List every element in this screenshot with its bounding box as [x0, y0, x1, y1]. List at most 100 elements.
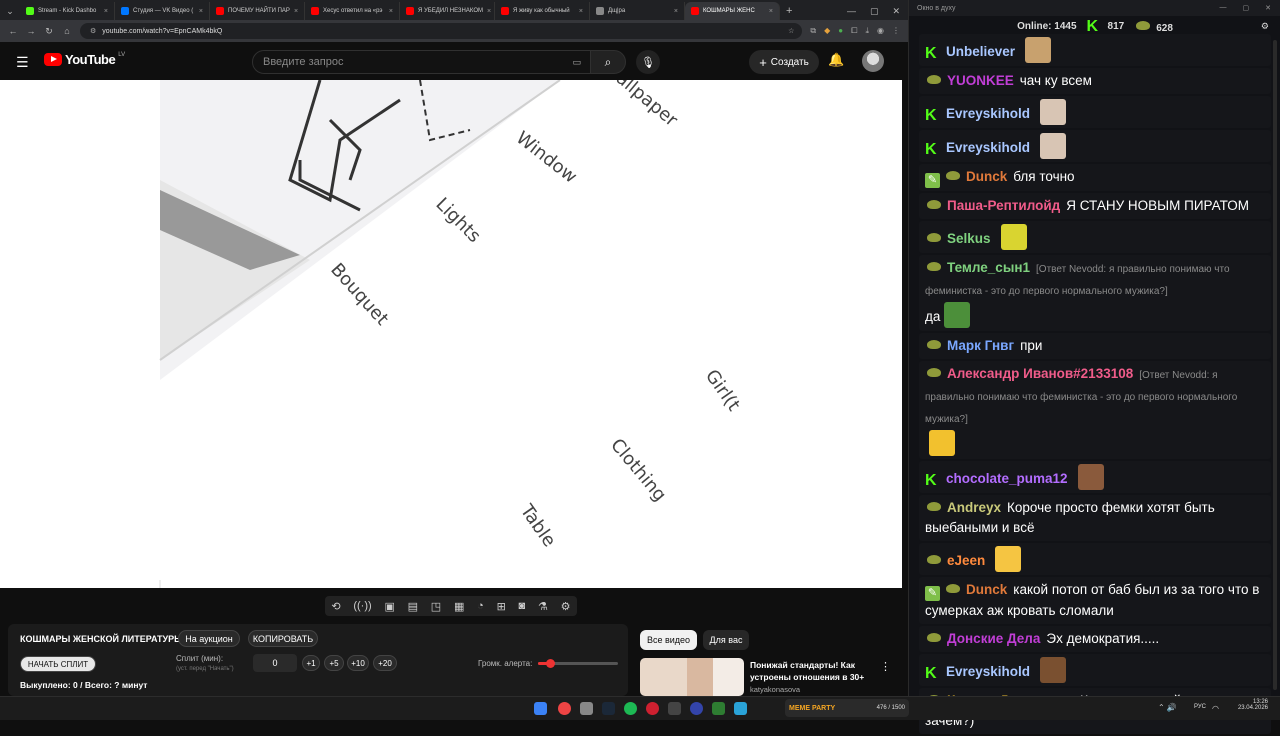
settings-gear-icon[interactable]: ⚙ [1261, 21, 1269, 32]
forward-icon[interactable]: → [26, 26, 36, 36]
maximize-icon[interactable]: ▢ [870, 2, 879, 20]
avatar[interactable] [862, 50, 884, 72]
back-icon[interactable]: ← [8, 26, 18, 36]
add-1-button[interactable]: +1 [302, 655, 320, 671]
speed-icon[interactable]: ◔ [477, 600, 484, 612]
bookmark-star-icon[interactable]: ☆ [788, 27, 794, 35]
browser-tab[interactable]: Stream - Kick Dashbo × [20, 2, 115, 20]
lab-icon[interactable]: ⚗ [538, 600, 548, 613]
chat-username[interactable]: Паша-Рептилойд [947, 198, 1060, 213]
close-tab-icon[interactable]: × [199, 8, 203, 15]
screenshot-icon[interactable]: ◙ [519, 600, 526, 612]
spotify-icon[interactable] [624, 702, 637, 715]
chat-username[interactable]: Dunck [966, 582, 1007, 597]
close-tab-icon[interactable]: × [674, 8, 678, 15]
rec-video-title[interactable]: Понижай стандарты! Как устроены отношени… [750, 659, 880, 683]
download-icon[interactable]: ⤓ [865, 26, 869, 36]
split-minutes-input[interactable]: 0 [253, 654, 297, 672]
chat-username[interactable]: YUONKEE [947, 73, 1014, 88]
pip-icon[interactable]: ◳ [431, 600, 441, 613]
chat-username[interactable]: Selkus [947, 231, 991, 246]
close-tab-icon[interactable]: × [294, 8, 298, 15]
home-icon[interactable]: ⌂ [62, 26, 72, 36]
url-field[interactable]: ⚙ youtube.com/watch?v=EpnCAMk4bkQ ☆ [80, 23, 803, 39]
app-icon[interactable] [690, 702, 703, 715]
cast-icon[interactable]: ▣ [384, 600, 394, 613]
chat-username[interactable]: Evreyskihold [946, 664, 1030, 679]
chat-username[interactable]: Dunck [966, 169, 1007, 184]
notifications-bell-icon[interactable]: 🔔 [828, 52, 844, 68]
chat-username[interactable]: Темле_сын1 [947, 260, 1030, 275]
chat-username[interactable]: Andreyx [947, 500, 1001, 515]
chat-username[interactable]: Марк Гнвг [947, 338, 1014, 353]
clock[interactable]: 13:26 23.04.2026 [1232, 699, 1268, 711]
tab-list-icon[interactable]: ⌄ [0, 2, 20, 20]
wifi-icon[interactable]: ◠ [1212, 704, 1219, 713]
browser-tab[interactable]: КОШМАРЫ ЖЕНС × [685, 2, 780, 20]
rec-channel-name[interactable]: katyakonasova [750, 685, 800, 694]
start-windows-icon[interactable] [534, 702, 547, 715]
chat-username[interactable]: eJeen [947, 553, 985, 568]
add-10-button[interactable]: +10 [347, 655, 369, 671]
telegram-icon[interactable] [734, 702, 747, 715]
minimize-icon[interactable]: — [847, 2, 856, 20]
chat-username[interactable]: Evreyskihold [946, 106, 1030, 121]
settings-gear-icon[interactable]: ⚙ [561, 600, 571, 613]
clip-icon[interactable]: ▤ [408, 600, 418, 613]
voice-search-button[interactable]: 🎙 [636, 50, 660, 74]
chip-for-you[interactable]: Для вас [703, 630, 749, 650]
add-icon[interactable]: ⊞ [497, 600, 506, 613]
browser-tab[interactable]: Дщ|ра × [590, 2, 685, 20]
browser-tab[interactable]: Я живу как обычный × [495, 2, 590, 20]
chat-username[interactable]: Александр Иванов#2133108 [947, 366, 1133, 381]
youtube-logo[interactable]: YouTube LV [44, 52, 125, 67]
volume-slider[interactable] [538, 659, 618, 668]
add-5-button[interactable]: +5 [324, 655, 344, 671]
chip-all-videos[interactable]: Все видео [640, 630, 697, 650]
site-info-icon[interactable]: ⚙ [90, 27, 96, 35]
profile-icon[interactable]: ◉ [877, 26, 884, 36]
browser-tab[interactable]: Хесус ответил на «рэ × [305, 2, 400, 20]
video-player[interactable]: Window Lights Bouquet Clothing Table Gir… [0, 80, 902, 588]
browser-tab[interactable]: ПОЧЕМУ НАЙТИ ПАР × [210, 2, 305, 20]
video-thumbnail[interactable] [640, 658, 744, 696]
browser-tab[interactable]: Я УБЕДИЛ НЕЗНАКОМ × [400, 2, 495, 20]
chrome-icon[interactable] [558, 702, 571, 715]
more-options-icon[interactable]: ⋮ [880, 660, 891, 673]
volume-knob[interactable] [546, 659, 555, 668]
extension-icon[interactable]: ● [838, 26, 843, 36]
app-icon[interactable] [668, 702, 681, 715]
close-window-icon[interactable]: ✕ [1265, 4, 1271, 12]
start-split-button[interactable]: НАЧАТЬ СПЛИТ [20, 656, 96, 672]
browser-tab[interactable]: Студия — VK Видео (× [115, 2, 210, 20]
create-button[interactable]: + Создать [749, 50, 819, 74]
menu-kebab-icon[interactable]: ⋮ [892, 26, 900, 36]
extension-icon[interactable]: ⧉ [810, 26, 816, 36]
close-tab-icon[interactable]: × [769, 8, 773, 15]
language-indicator[interactable]: РУС [1194, 704, 1206, 710]
minimize-icon[interactable]: — [1220, 4, 1227, 12]
reload-icon[interactable]: ↻ [44, 26, 54, 37]
maximize-icon[interactable]: ▢ [1243, 4, 1250, 12]
chat-username[interactable]: chocolate_puma12 [946, 471, 1068, 486]
app-icon[interactable] [712, 702, 725, 715]
add-20-button[interactable]: +20 [373, 655, 397, 671]
loop-icon[interactable]: ⟲ [331, 600, 340, 613]
extensions-puzzle-icon[interactable]: ⧠ [851, 26, 857, 36]
chat-username[interactable]: Unbeliever [946, 44, 1015, 59]
subtitles-icon[interactable]: ▦ [454, 600, 464, 613]
meme-party-widget[interactable]: MEME PARTY 476 / 1500 [785, 699, 909, 717]
audio-icon[interactable]: ((·)) [353, 600, 371, 612]
app-icon[interactable] [646, 702, 659, 715]
close-window-icon[interactable]: ✕ [892, 2, 900, 20]
close-tab-icon[interactable]: × [579, 8, 583, 15]
keyboard-icon[interactable]: ▭ [572, 57, 581, 68]
close-tab-icon[interactable]: × [389, 8, 393, 15]
copy-button[interactable]: КОПИРОВАТЬ [248, 630, 318, 647]
search-input[interactable]: Введите запрос ▭ [252, 50, 592, 74]
auction-button[interactable]: На аукцион [178, 630, 240, 647]
chat-username[interactable]: Evreyskihold [946, 140, 1030, 155]
close-tab-icon[interactable]: × [487, 8, 491, 15]
new-tab-button[interactable]: + [786, 2, 792, 20]
explorer-icon[interactable] [580, 702, 593, 715]
